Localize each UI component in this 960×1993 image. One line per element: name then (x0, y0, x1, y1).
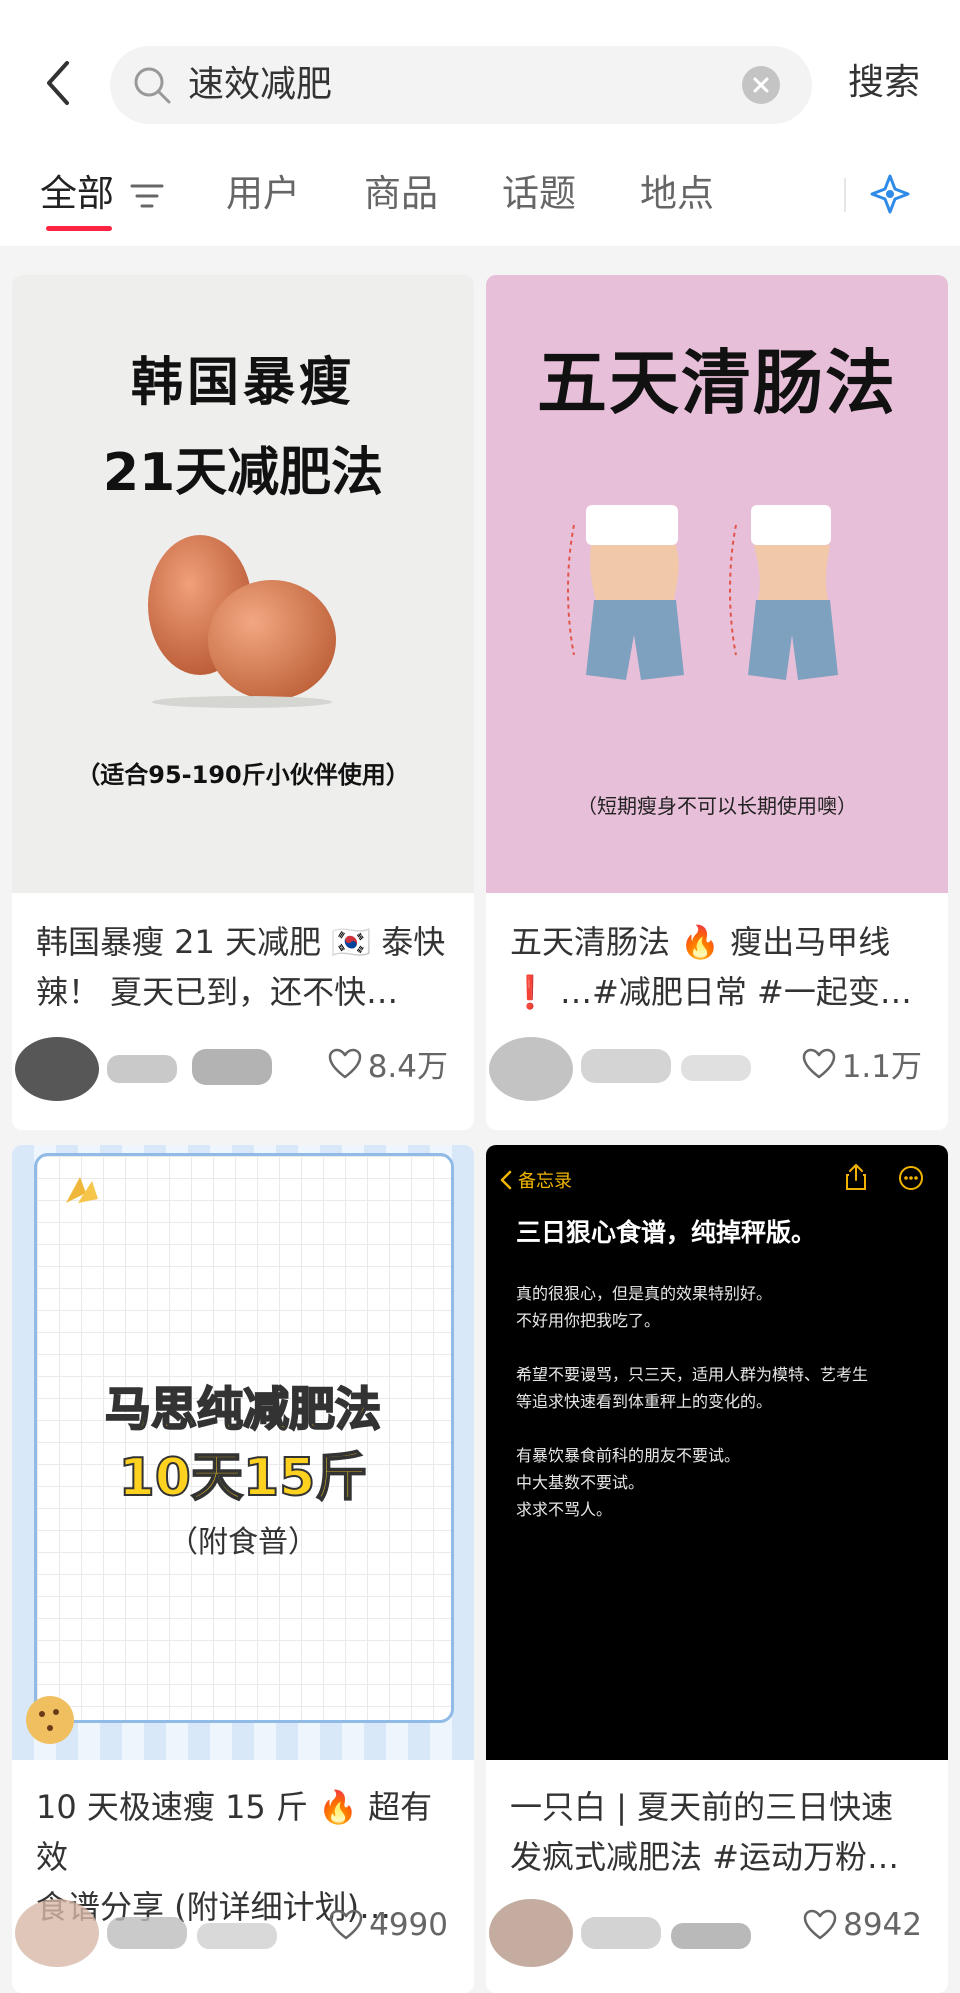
chevron-left-icon (47, 61, 69, 105)
cover-caption: （附食普） (168, 1525, 318, 1560)
note-card[interactable]: 备忘录 三日狠心食谱，纯掉秤版。 真的很狠心，但是真的效果特别好。 不好用你把我… (486, 1145, 948, 1993)
like-count[interactable]: 8942 (803, 1907, 922, 1943)
memo-line: 有暴饮暴食前科的朋友不要试。 (516, 1446, 741, 1465)
heart-icon (329, 1909, 363, 1940)
clear-button[interactable] (742, 66, 780, 104)
note-card[interactable]: 马思纯减肥法 10天15斤 （附食普） 10 天极速瘦 15 斤 🔥 超有效 食… (12, 1145, 474, 1993)
sparkle-icon[interactable] (868, 172, 912, 216)
heart-icon (328, 1048, 361, 1078)
heart-icon (803, 1909, 837, 1940)
blurred-author (489, 1037, 751, 1101)
cover-title: 五天清肠法 (537, 342, 897, 424)
memo-line (516, 1415, 868, 1442)
blurred-author (15, 1899, 277, 1967)
cover-subtitle: 10天15斤 (118, 1447, 369, 1509)
blurred-author (15, 1037, 272, 1101)
search-button[interactable]: 搜索 (848, 60, 920, 106)
note-title-line: 10 天极速瘦 15 斤 🔥 超有效 (36, 1788, 433, 1876)
filter-tabs: 全部 用户 商品 话题 地点 (0, 166, 960, 246)
share-icon (846, 1164, 866, 1190)
like-number: 8.4万 (367, 1049, 448, 1085)
note-title-line: 一只白 | 夏天前的三日快速 (510, 1788, 894, 1826)
memo-line: 希望不要谩骂，只三天，适用人群为模特、艺考生 (516, 1365, 869, 1384)
tab-places[interactable]: 地点 (640, 166, 714, 222)
cover-footnote: （适合95-190斤小伙伴使用） (76, 761, 410, 789)
note-title-line: 辣！ 夏天已到，还不快… (36, 973, 399, 1011)
note-footer: 4990 (12, 1893, 474, 1973)
search-icon (134, 67, 171, 104)
note-title-line: 五天清肠法 🔥 瘦出马甲线 (510, 923, 891, 961)
memo-body: 真的很狠心，但是真的效果特别好。 不好用你把我吃了。 希望不要谩骂，只三天，适用… (516, 1280, 868, 1523)
memo-line (516, 1334, 868, 1361)
search-input[interactable]: 速效减肥 (110, 46, 812, 124)
tab-divider (844, 178, 846, 212)
cover-footnote: （短期瘦身不可以长期使用噢） (577, 794, 857, 818)
note-title-line: 发疯式减肥法 #运动万粉… (510, 1838, 899, 1876)
note-footer: 8942 (486, 1893, 948, 1973)
cover-subtitle: 21天减肥法 (102, 443, 384, 503)
close-icon (753, 77, 769, 93)
memo-line: 真的很狠心，但是真的效果特别好。 (516, 1284, 773, 1303)
active-tab-indicator (46, 226, 112, 231)
back-button[interactable] (38, 58, 78, 108)
note-footer: 8.4万 (12, 1027, 474, 1107)
note-title: 韩国暴瘦 21 天减肥 🇰🇷 泰快 辣！ 夏天已到，还不快… (36, 917, 456, 1017)
search-header: 速效减肥 搜索 (0, 0, 960, 180)
chevron-left-icon (500, 1170, 512, 1190)
blurred-author (489, 1899, 751, 1967)
memo-line: 求求不骂人。 (516, 1500, 613, 1519)
tab-topics[interactable]: 话题 (502, 166, 576, 222)
like-number: 4990 (369, 1907, 448, 1943)
tab-all[interactable]: 全部 (40, 166, 114, 222)
cover-title: 马思纯减肥法 (104, 1381, 382, 1437)
like-number: 8942 (843, 1907, 922, 1943)
note-title-line: 韩国暴瘦 21 天减肥 🇰🇷 泰快 (36, 923, 446, 961)
memo-line: 不好用你把我吃了。 (516, 1311, 661, 1330)
note-title: 一只白 | 夏天前的三日快速 发疯式减肥法 #运动万粉… (510, 1782, 930, 1882)
eggs-image (148, 535, 336, 708)
note-cover: 五天清肠法 （短期瘦身不可以长期使用噢） (486, 275, 948, 893)
note-footer: 1.1万 (486, 1027, 948, 1107)
note-card[interactable]: 五天清肠法 （短期瘦身不可以长期使用噢） 五天清肠法 🔥 瘦出马甲线 ❗ …#减… (486, 275, 948, 1130)
note-title-line: ❗ …#减肥日常 #一起变… (510, 973, 912, 1011)
memo-heading: 三日狠心食谱，纯掉秤版。 (516, 1218, 817, 1247)
like-count[interactable]: 4990 (329, 1907, 448, 1943)
like-number: 1.1万 (841, 1049, 922, 1085)
memo-line: 中大基数不要试。 (516, 1473, 645, 1492)
memo-line: 等追求快速看到体重秤上的变化的。 (516, 1392, 773, 1411)
note-cover: 马思纯减肥法 10天15斤 （附食普） (12, 1145, 474, 1760)
tab-users[interactable]: 用户 (226, 166, 300, 222)
memo-back: 备忘录 (500, 1167, 572, 1193)
waist-illustration (567, 505, 838, 680)
like-count[interactable]: 8.4万 (328, 1041, 448, 1086)
heart-icon (802, 1048, 835, 1078)
note-cover: 韩国暴瘦 21天减肥法 （适合95-190斤小伙伴使用） (12, 275, 474, 893)
note-card[interactable]: 韩国暴瘦 21天减肥法 （适合95-190斤小伙伴使用） 韩国暴瘦 21 天减肥… (12, 275, 474, 1130)
more-icon (899, 1166, 923, 1190)
note-title: 五天清肠法 🔥 瘦出马甲线 ❗ …#减肥日常 #一起变… (510, 917, 930, 1017)
note-cover: 备忘录 三日狠心食谱，纯掉秤版。 真的很狠心，但是真的效果特别好。 不好用你把我… (486, 1145, 948, 1760)
search-query[interactable]: 速效减肥 (188, 62, 332, 108)
like-count[interactable]: 1.1万 (802, 1041, 922, 1086)
tab-products[interactable]: 商品 (364, 166, 438, 222)
memo-back-label: 备忘录 (518, 1171, 572, 1192)
cover-title: 韩国暴瘦 (130, 353, 355, 413)
filter-icon[interactable] (130, 182, 164, 210)
cookie-sticker (26, 1696, 74, 1744)
leaf-sticker (66, 1177, 98, 1203)
